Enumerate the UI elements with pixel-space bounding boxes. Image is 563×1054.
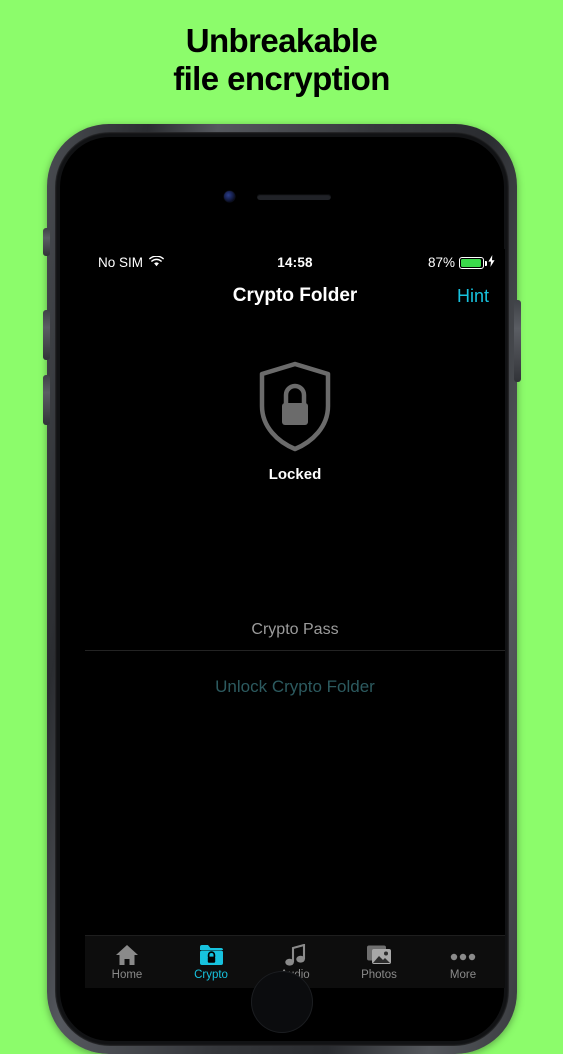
nav-bar: Crypto Folder Hint — [85, 277, 505, 319]
phone-inner-frame: No SIM 14:58 87% Crypto Folder Hint Lock… — [55, 132, 509, 1046]
photo-stack-icon — [366, 944, 392, 966]
lock-status: Locked — [85, 361, 505, 483]
crypto-pass-placeholder: Crypto Pass — [251, 621, 339, 638]
tab-more[interactable]: More — [421, 936, 505, 988]
volume-up-button[interactable] — [43, 310, 50, 360]
silent-switch-button[interactable] — [43, 228, 50, 256]
nav-title: Crypto Folder — [232, 285, 358, 306]
earpiece-speaker — [257, 194, 331, 200]
battery-fill — [461, 258, 481, 267]
crypto-pass-input[interactable]: Crypto Pass — [85, 609, 505, 651]
music-note-icon — [284, 943, 306, 966]
status-bar: No SIM 14:58 87% — [85, 249, 505, 277]
phone-bezel: No SIM 14:58 87% Crypto Folder Hint Lock… — [60, 137, 505, 1041]
battery-percent-label: 87% — [427, 255, 455, 270]
field-divider — [85, 650, 505, 651]
phone-mockup: No SIM 14:58 87% Crypto Folder Hint Lock… — [43, 124, 521, 1054]
ellipsis-icon — [449, 944, 477, 966]
folder-lock-icon — [199, 944, 224, 966]
power-button[interactable] — [514, 300, 521, 382]
home-icon — [115, 944, 139, 966]
phone-screen: No SIM 14:58 87% Crypto Folder Hint Lock… — [85, 249, 505, 988]
tab-label-photos: Photos — [361, 968, 397, 981]
tab-label-home: Home — [111, 968, 143, 981]
tab-label-more: More — [449, 968, 477, 981]
unlock-crypto-folder-button[interactable]: Unlock Crypto Folder — [85, 667, 505, 707]
headline-line-1: Unbreakable — [185, 22, 378, 59]
front-camera-icon — [224, 191, 235, 202]
hint-button[interactable]: Hint — [457, 286, 489, 307]
volume-down-button[interactable] — [43, 375, 50, 425]
shield-lock-icon — [257, 361, 333, 453]
lock-status-label: Locked — [268, 466, 322, 483]
headline-line-2: file encryption — [173, 60, 390, 97]
tab-photos[interactable]: Photos — [337, 936, 421, 988]
status-bar-right: 87% — [428, 255, 495, 270]
page-title: Unbreakable file encryption — [0, 22, 563, 98]
tab-label-crypto: Crypto — [194, 968, 228, 981]
home-button[interactable] — [251, 971, 313, 1033]
tab-home[interactable]: Home — [85, 936, 169, 988]
battery-icon — [459, 256, 487, 269]
tab-crypto[interactable]: Crypto — [169, 936, 253, 988]
lightning-bolt-icon — [488, 255, 495, 270]
